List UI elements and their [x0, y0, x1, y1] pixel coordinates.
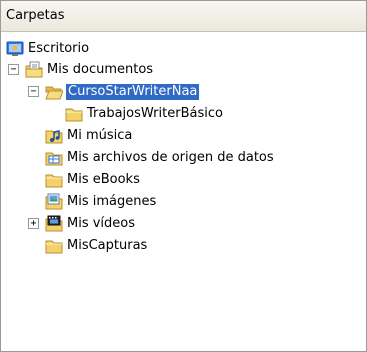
- expand-icon[interactable]: +: [28, 218, 39, 229]
- tree-item-label: Mis eBooks: [67, 172, 140, 187]
- desktop-icon: [6, 40, 24, 58]
- folder-icon: [45, 237, 63, 255]
- tree-item-curso-star-writer[interactable]: − CursoStarWriterNaa: [1, 81, 361, 103]
- tree-item-label: CursoStarWriterNaa: [66, 84, 200, 100]
- collapse-icon[interactable]: −: [8, 64, 19, 75]
- tree-item-label: TrabajosWriterBásico: [87, 106, 223, 121]
- tree-item-mis-documentos[interactable]: − Mis documentos: [1, 59, 361, 81]
- folder-icon: [45, 171, 63, 189]
- my-documents-icon: [25, 61, 43, 79]
- tree-item-label: Mis vídeos: [67, 216, 136, 231]
- tree-item-trabajos-writer[interactable]: TrabajosWriterBásico: [1, 103, 361, 125]
- folders-header[interactable]: Carpetas: [1, 1, 366, 32]
- tree-item-label: MisCapturas: [67, 238, 148, 253]
- collapse-icon[interactable]: −: [28, 86, 39, 97]
- tree-item-mi-musica[interactable]: Mi música: [1, 125, 361, 147]
- open-folder-icon: [45, 83, 64, 101]
- folders-header-title: Carpetas: [6, 8, 65, 23]
- my-music-icon: [45, 127, 63, 145]
- data-sources-icon: [45, 149, 63, 167]
- tree-item-mis-archivos-origen[interactable]: Mis archivos de origen de datos: [1, 147, 366, 169]
- my-videos-icon: [45, 215, 63, 233]
- tree-item-label: Mis documentos: [47, 62, 154, 77]
- my-pictures-icon: [45, 193, 63, 211]
- folder-tree: Escritorio − Mis documentos − CursoStarW…: [1, 32, 366, 351]
- tree-item-label: Mi música: [67, 128, 133, 143]
- tree-item-mis-videos[interactable]: + Mis vídeos: [1, 213, 361, 235]
- folders-pane: Carpetas Escritorio − Mis documentos − C…: [0, 0, 367, 352]
- tree-item-escritorio[interactable]: Escritorio: [1, 38, 361, 60]
- tree-item-label: Mis archivos de origen de datos: [67, 150, 274, 165]
- tree-item-label: Mis imágenes: [67, 194, 157, 209]
- tree-item-mis-ebooks[interactable]: Mis eBooks: [1, 169, 361, 191]
- tree-item-mis-imagenes[interactable]: Mis imágenes: [1, 191, 361, 213]
- tree-item-label: Escritorio: [28, 41, 90, 56]
- folder-icon: [65, 105, 83, 123]
- tree-item-mis-capturas[interactable]: MisCapturas: [1, 235, 361, 257]
